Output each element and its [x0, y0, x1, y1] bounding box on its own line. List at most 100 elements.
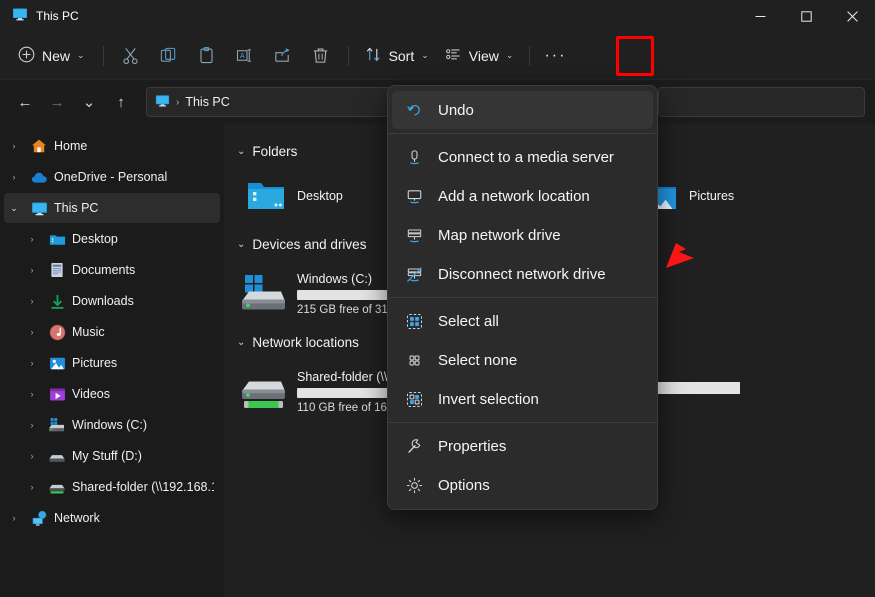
sidebar-item-home[interactable]: › Home: [4, 131, 220, 161]
sidebar-item-label: My Stuff (D:): [72, 449, 142, 463]
forward-button[interactable]: →: [42, 87, 72, 117]
sidebar-item-this-pc[interactable]: ⌄ This PC: [4, 193, 220, 223]
sidebar-item-videos[interactable]: › Videos: [4, 379, 220, 409]
menu-item-map-network-drive[interactable]: Map network drive: [392, 216, 653, 254]
chevron-right-icon[interactable]: ›: [22, 420, 42, 430]
windows-drive-icon: [48, 416, 66, 434]
sidebar-item-music[interactable]: › Music: [4, 317, 220, 347]
desktop-folder-icon: [245, 175, 287, 217]
menu-item-select-none[interactable]: Select none: [392, 341, 653, 379]
chevron-right-icon[interactable]: ›: [22, 296, 42, 306]
view-list-icon: [445, 46, 462, 66]
new-button-label: New: [42, 48, 70, 64]
see-more-button[interactable]: ···: [538, 40, 572, 72]
chevron-down-icon[interactable]: ⌄: [237, 337, 245, 348]
menu-item-label: Options: [438, 477, 490, 494]
up-button[interactable]: ↑: [106, 87, 136, 117]
sidebar-item-shared-folder-z[interactable]: › Shared-folder (\\192.168.1.6) (Z:): [4, 472, 220, 502]
minimize-button[interactable]: [737, 0, 783, 32]
chevron-down-icon[interactable]: ⌄: [4, 203, 24, 214]
sidebar-item-documents[interactable]: › Documents: [4, 255, 220, 285]
chevron-down-icon: ⌄: [77, 50, 85, 61]
menu-item-select-all[interactable]: Select all: [392, 302, 653, 340]
chevron-right-icon[interactable]: ›: [22, 451, 42, 461]
cut-icon[interactable]: [112, 40, 150, 72]
occluded-capacity-bar: [658, 382, 740, 394]
sidebar-item-desktop[interactable]: › Desktop: [4, 224, 220, 254]
menu-item-invert-selection[interactable]: Invert selection: [392, 380, 653, 418]
view-button[interactable]: View ⌄: [437, 40, 522, 72]
window-controls: [737, 0, 875, 32]
back-button[interactable]: ←: [10, 87, 40, 117]
toolbar-divider-2: [348, 46, 349, 66]
search-input[interactable]: [658, 87, 865, 117]
close-button[interactable]: [829, 0, 875, 32]
select-none-icon: [404, 352, 424, 369]
breadcrumb-separator: ›: [176, 97, 179, 108]
sidebar-item-my-stuff-d[interactable]: › My Stuff (D:): [4, 441, 220, 471]
chevron-down-icon[interactable]: ⌄: [237, 239, 245, 250]
recent-locations-button[interactable]: ⌄: [74, 87, 104, 117]
chevron-right-icon[interactable]: ›: [22, 482, 42, 492]
menu-item-connect-to-a-media-server[interactable]: Connect to a media server: [392, 138, 653, 176]
chevron-right-icon[interactable]: ›: [22, 265, 42, 275]
music-note-icon: [48, 323, 66, 341]
maximize-button[interactable]: [783, 0, 829, 32]
breadcrumb-label[interactable]: This PC: [185, 95, 229, 109]
chevron-right-icon[interactable]: ›: [4, 141, 24, 151]
view-button-label: View: [469, 48, 499, 64]
sidebar-item-label: Network: [54, 511, 100, 525]
paste-icon[interactable]: [188, 40, 226, 72]
menu-item-label: Properties: [438, 438, 506, 455]
share-icon[interactable]: [264, 40, 302, 72]
disconnect-network-drive-icon: [404, 266, 424, 283]
toolbar-divider-3: [529, 46, 530, 66]
menu-item-label: Undo: [438, 102, 474, 119]
sidebar-item-pictures[interactable]: › Pictures: [4, 348, 220, 378]
menu-item-label: Add a network location: [438, 188, 590, 205]
menu-item-undo[interactable]: Undo: [392, 91, 653, 129]
chevron-right-icon[interactable]: ›: [22, 389, 42, 399]
videos-play-icon: [48, 385, 66, 403]
sort-button-label: Sort: [389, 48, 415, 64]
rename-icon[interactable]: A: [226, 40, 264, 72]
add-network-location-icon: [404, 188, 424, 205]
properties-wrench-icon: [404, 438, 424, 455]
sidebar-item-windows-c[interactable]: › Windows (C:): [4, 410, 220, 440]
desktop-folder-icon: [48, 230, 66, 248]
chevron-right-icon[interactable]: ›: [4, 172, 24, 182]
sidebar-item-label: OneDrive - Personal: [54, 170, 167, 184]
file-explorer-window: This PC New ⌄: [0, 0, 875, 597]
menu-item-label: Map network drive: [438, 227, 561, 244]
chevron-right-icon[interactable]: ›: [4, 513, 24, 523]
menu-item-disconnect-network-drive[interactable]: Disconnect network drive: [392, 255, 653, 293]
windows-drive-icon: [239, 272, 289, 316]
menu-item-properties[interactable]: Properties: [392, 427, 653, 465]
sidebar-item-label: Videos: [72, 387, 110, 401]
menu-divider-3: [388, 422, 657, 423]
plus-circle-icon: [18, 46, 35, 66]
chevron-right-icon[interactable]: ›: [22, 358, 42, 368]
group-title: Folders: [252, 144, 297, 159]
group-title: Network locations: [252, 335, 359, 350]
chevron-right-icon[interactable]: ›: [22, 234, 42, 244]
sidebar-item-onedrive[interactable]: › OneDrive - Personal: [4, 162, 220, 192]
title-bar-left: This PC: [0, 6, 79, 27]
menu-divider-1: [388, 133, 657, 134]
sidebar-item-downloads[interactable]: › Downloads: [4, 286, 220, 316]
copy-icon[interactable]: [150, 40, 188, 72]
menu-item-add-a-network-location[interactable]: Add a network location: [392, 177, 653, 215]
delete-icon[interactable]: [302, 40, 340, 72]
sidebar-item-network[interactable]: › Network: [4, 503, 220, 533]
menu-item-label: Invert selection: [438, 391, 539, 408]
sidebar-item-label: Desktop: [72, 232, 118, 246]
documents-icon: [48, 261, 66, 279]
menu-item-options[interactable]: Options: [392, 466, 653, 504]
sort-button[interactable]: Sort ⌄: [357, 40, 437, 72]
sidebar-item-label: Shared-folder (\\192.168.1.6) (Z:): [72, 480, 214, 494]
new-button[interactable]: New ⌄: [10, 40, 95, 72]
downloads-arrow-icon: [48, 292, 66, 310]
chevron-right-icon[interactable]: ›: [22, 327, 42, 337]
sidebar-item-label: Downloads: [72, 294, 134, 308]
chevron-down-icon[interactable]: ⌄: [237, 146, 245, 157]
